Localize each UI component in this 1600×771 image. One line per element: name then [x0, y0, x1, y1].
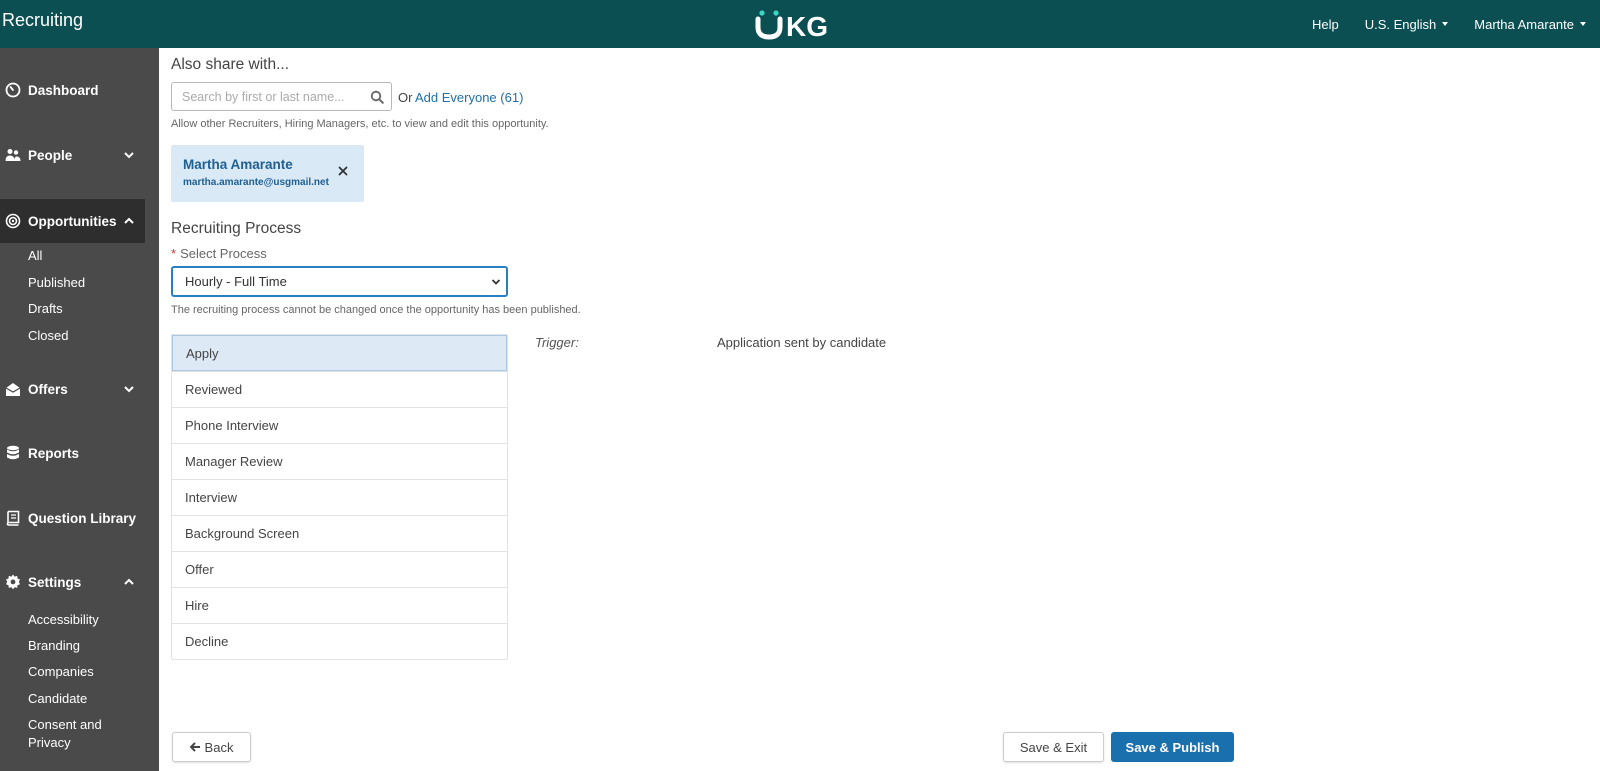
sidebar-subitem-consent[interactable]: Consent and	[28, 717, 102, 732]
sidebar-subitem-accessibility[interactable]: Accessibility	[28, 612, 99, 627]
search-icon[interactable]	[370, 90, 384, 104]
back-button-label: Back	[204, 739, 234, 755]
user-name: Martha Amarante	[1474, 16, 1574, 32]
sidebar-subitem-companies[interactable]: Companies	[28, 664, 94, 679]
sidebar-item-label: Question Library	[28, 510, 137, 526]
back-button[interactable]: Back	[172, 732, 251, 762]
database-icon	[5, 445, 21, 461]
sidebar-item-dashboard[interactable]: Dashboard	[0, 68, 145, 112]
process-steps-list: Apply Reviewed Phone Interview Manager R…	[171, 334, 508, 660]
or-text: Or	[398, 90, 413, 105]
select-process-label: * Select Process	[171, 246, 267, 261]
envelope-open-icon	[5, 381, 21, 397]
caret-down-icon	[1442, 22, 1449, 26]
save-exit-label: Save & Exit	[1019, 739, 1088, 755]
chip-user-name: Martha Amarante	[183, 157, 293, 172]
process-step-phone-interview[interactable]: Phone Interview	[172, 407, 507, 443]
process-step-manager-review[interactable]: Manager Review	[172, 443, 507, 479]
sidebar-item-offers[interactable]: Offers	[0, 367, 145, 411]
process-step-apply[interactable]: Apply	[172, 335, 507, 371]
process-step-hire[interactable]: Hire	[172, 587, 507, 623]
save-publish-button[interactable]: Save & Publish	[1111, 732, 1234, 762]
people-icon	[5, 147, 21, 163]
sidebar-item-reports[interactable]: Reports	[0, 431, 145, 475]
arrow-left-icon	[189, 742, 200, 752]
chevron-down-icon	[124, 386, 134, 393]
app-title: Recruiting	[2, 10, 84, 30]
sidebar-subitem-candidate[interactable]: Candidate	[28, 691, 87, 706]
select-process-label-text: Select Process	[180, 246, 267, 261]
sidebar-item-settings[interactable]: Settings	[0, 560, 145, 604]
chevron-up-icon	[124, 217, 134, 224]
trigger-value: Application sent by candidate	[717, 335, 887, 350]
sidebar-item-label: Offers	[28, 381, 68, 397]
help-label: Help	[1311, 16, 1339, 32]
share-search-input[interactable]	[172, 83, 362, 110]
sidebar-item-label: Opportunities	[28, 213, 117, 229]
top-bar: Recruiting KG Help U.S. English Martha A…	[0, 0, 1600, 48]
process-step-background-screen[interactable]: Background Screen	[172, 515, 507, 551]
help-link[interactable]: Help	[1312, 17, 1339, 32]
process-step-decline[interactable]: Decline	[172, 623, 507, 659]
chevron-down-icon	[124, 152, 134, 159]
target-icon	[5, 213, 21, 229]
process-step-offer[interactable]: Offer	[172, 551, 507, 587]
chip-user-email: martha.amarante@usgmail.net	[183, 177, 329, 188]
language-dropdown[interactable]: U.S. English	[1365, 17, 1449, 32]
share-help-text: Allow other Recruiters, Hiring Managers,…	[171, 118, 549, 130]
close-icon[interactable]	[336, 164, 350, 178]
sidebar-subitem-drafts[interactable]: Drafts	[28, 301, 63, 316]
process-step-interview[interactable]: Interview	[172, 479, 507, 515]
ukg-logo: KG	[755, 10, 828, 42]
add-everyone-link[interactable]: Add Everyone (61)	[415, 90, 523, 105]
sidebar-item-label: Settings	[28, 574, 82, 590]
caret-down-icon	[1580, 22, 1586, 26]
language-label: U.S. English	[1364, 16, 1437, 32]
sidebar: Dashboard People Opportunities All Publi…	[0, 48, 159, 771]
sidebar-subitem-closed[interactable]: Closed	[28, 328, 68, 343]
sidebar-item-label: People	[28, 147, 73, 163]
user-menu[interactable]: Martha Amarante	[1474, 17, 1586, 32]
share-heading: Also share with...	[171, 56, 290, 73]
sidebar-item-people[interactable]: People	[0, 133, 145, 177]
sidebar-item-label: Reports	[28, 445, 80, 461]
trigger-label: Trigger:	[535, 335, 579, 350]
share-search-box[interactable]	[171, 82, 392, 111]
process-step-reviewed[interactable]: Reviewed	[172, 371, 507, 407]
required-marker: *	[171, 246, 177, 261]
sidebar-subitem-published[interactable]: Published	[28, 275, 85, 290]
logo-text: KG	[786, 11, 828, 42]
sidebar-subitem-privacy[interactable]: Privacy	[28, 735, 71, 750]
save-publish-label: Save & Publish	[1125, 739, 1220, 755]
main-content: Also share with... Or Add Everyone (61) …	[159, 48, 1600, 771]
shared-user-chip: Martha Amarante martha.amarante@usgmail.…	[171, 145, 364, 202]
sidebar-item-question-library[interactable]: Question Library	[0, 496, 145, 540]
sidebar-item-opportunities[interactable]: Opportunities	[0, 199, 145, 243]
save-exit-button[interactable]: Save & Exit	[1003, 732, 1104, 762]
process-select[interactable]: Hourly - Full Time	[171, 266, 508, 297]
dashboard-icon	[5, 82, 21, 98]
sidebar-subitem-branding[interactable]: Branding	[28, 638, 80, 653]
sidebar-item-label: Dashboard	[28, 82, 99, 98]
sidebar-subitem-all[interactable]: All	[28, 248, 42, 263]
chevron-up-icon	[124, 578, 134, 585]
book-icon	[5, 510, 21, 526]
process-heading: Recruiting Process	[171, 220, 302, 237]
process-note: The recruiting process cannot be changed…	[171, 304, 581, 316]
gear-icon	[5, 574, 21, 590]
